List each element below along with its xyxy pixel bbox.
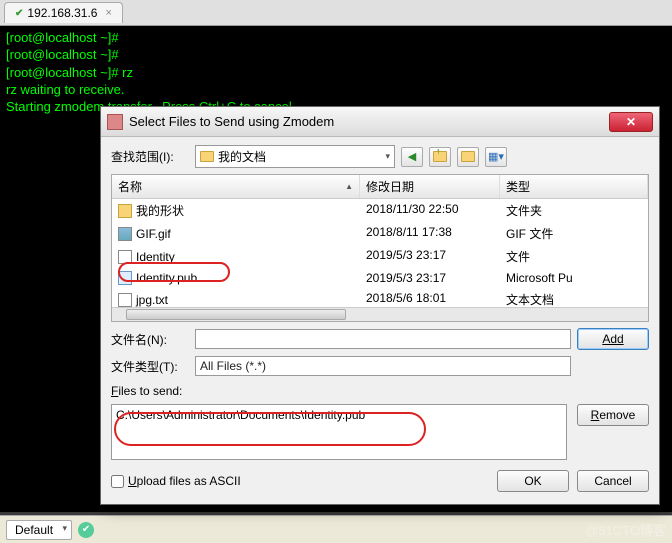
cert-file-icon	[118, 271, 132, 285]
file-list[interactable]: 名称▲ 修改日期 类型 我的形状2018/11/30 22:50文件夹 GIF.…	[111, 174, 649, 322]
view-menu-button[interactable]: ▦▾	[485, 147, 507, 167]
watermark: @51CTO博客	[585, 520, 666, 539]
filename-input[interactable]	[195, 329, 571, 349]
app-icon	[107, 114, 123, 130]
file-rows: 我的形状2018/11/30 22:50文件夹 GIF.gif2018/8/11…	[112, 199, 648, 311]
session-tab[interactable]: ✔ 192.168.31.6 ×	[4, 2, 123, 23]
zmodem-send-dialog: Select Files to Send using Zmodem ✕ 查找范围…	[100, 106, 660, 505]
lookin-dropdown[interactable]: 我的文档 ▾	[195, 145, 395, 168]
file-row[interactable]: 我的形状2018/11/30 22:50文件夹	[112, 199, 648, 222]
lookin-label: 查找范围(I):	[111, 148, 189, 165]
keyword-set-dropdown[interactable]: Default	[6, 520, 72, 540]
tab-close-icon[interactable]: ×	[105, 7, 111, 19]
folder-icon	[200, 151, 214, 162]
status-bar: Default ✔	[0, 515, 672, 543]
files-to-send-label: Files to send:	[111, 384, 649, 398]
add-button[interactable]: Add	[577, 328, 649, 350]
filetype-label: 文件类型(T):	[111, 358, 189, 375]
column-name[interactable]: 名称▲	[112, 175, 360, 198]
lookin-value: 我的文档	[218, 148, 266, 165]
filename-label: 文件名(N):	[111, 331, 189, 348]
file-row[interactable]: GIF.gif2018/8/11 17:38GIF 文件	[112, 222, 648, 245]
close-button[interactable]: ✕	[609, 112, 653, 132]
upload-ascii-label: Upload files as ASCII	[128, 474, 241, 488]
upload-ascii-checkbox[interactable]	[111, 475, 124, 488]
up-one-level-button[interactable]: ↑	[429, 147, 451, 167]
text-file-icon	[118, 293, 132, 307]
chevron-down-icon: ▾	[385, 151, 390, 162]
cancel-button[interactable]: Cancel	[577, 470, 649, 492]
file-row[interactable]: Identity2019/5/3 23:17文件	[112, 245, 648, 268]
scrollbar-thumb[interactable]	[126, 309, 346, 320]
column-type[interactable]: 类型	[500, 175, 648, 198]
tab-bar: ✔ 192.168.31.6 ×	[0, 0, 672, 26]
ok-button[interactable]: OK	[497, 470, 569, 492]
tab-host-label: 192.168.31.6	[27, 6, 97, 20]
text-file-icon	[118, 250, 132, 264]
file-row[interactable]: Identity.pub2019/5/3 23:17Microsoft Pu	[112, 268, 648, 288]
back-button[interactable]: ◀	[401, 147, 423, 167]
new-folder-button[interactable]	[457, 147, 479, 167]
dialog-title: Select Files to Send using Zmodem	[129, 114, 609, 129]
dialog-titlebar: Select Files to Send using Zmodem ✕	[101, 107, 659, 137]
filetype-dropdown[interactable]: All Files (*.*)	[195, 356, 571, 376]
status-connected-icon: ✔	[78, 522, 94, 538]
folder-icon	[118, 204, 132, 218]
file-list-header[interactable]: 名称▲ 修改日期 类型	[112, 175, 648, 199]
horizontal-scrollbar[interactable]	[112, 307, 648, 321]
remove-button[interactable]: Remove	[577, 404, 649, 426]
sort-asc-icon: ▲	[345, 182, 353, 191]
image-file-icon	[118, 227, 132, 241]
column-date[interactable]: 修改日期	[360, 175, 500, 198]
files-to-send-list[interactable]: C:\Users\Administrator\Documents\Identit…	[111, 404, 567, 460]
check-icon: ✔	[15, 8, 23, 19]
